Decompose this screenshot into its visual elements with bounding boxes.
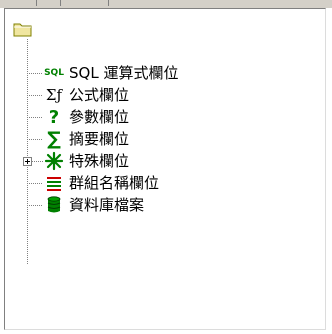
folder-icon — [13, 23, 32, 37]
divider-mark — [36, 0, 37, 6]
tree-item-label: SQL 運算式欄位 — [69, 64, 179, 82]
window-top-strip — [0, 0, 332, 8]
tree-item-label: 群組名稱欄位 — [69, 174, 160, 192]
tree-item-formula[interactable]: Σƒ 公式欄位 — [5, 84, 327, 106]
root-node[interactable] — [13, 21, 37, 39]
formula-icon: Σƒ — [45, 86, 63, 104]
field-tree[interactable]: SQL SQL 運算式欄位 Σƒ 公式欄位 ? 參數欄位 ∑ 摘要欄位 特殊欄位… — [4, 8, 326, 330]
sql-icon: SQL — [44, 68, 64, 78]
tree-item-label: 參數欄位 — [69, 108, 130, 126]
question-mark-icon: ? — [48, 106, 60, 128]
tree-item-database-file[interactable]: 資料庫檔案 — [5, 194, 327, 216]
tree-item-label: 特殊欄位 — [69, 152, 130, 170]
tree-item-label: 資料庫檔案 — [69, 196, 145, 214]
tree-item-label: 摘要欄位 — [69, 130, 130, 148]
tree-item-summary[interactable]: ∑ 摘要欄位 — [5, 128, 327, 150]
divider-mark — [60, 0, 61, 6]
tree-item-sql-expression[interactable]: SQL SQL 運算式欄位 — [5, 62, 327, 84]
tree-item-group-name[interactable]: 群組名稱欄位 — [5, 172, 327, 194]
tree-item-parameter[interactable]: ? 參數欄位 — [5, 106, 327, 128]
special-star-icon — [43, 151, 65, 171]
tree-item-special[interactable]: 特殊欄位 — [5, 150, 327, 172]
divider-mark — [108, 0, 109, 6]
sigma-icon: ∑ — [47, 128, 61, 150]
database-icon — [43, 195, 65, 215]
group-lines-icon — [43, 173, 65, 193]
tree-item-label: 公式欄位 — [69, 86, 130, 104]
field-explorer-window: SQL SQL 運算式欄位 Σƒ 公式欄位 ? 參數欄位 ∑ 摘要欄位 特殊欄位… — [0, 0, 332, 334]
